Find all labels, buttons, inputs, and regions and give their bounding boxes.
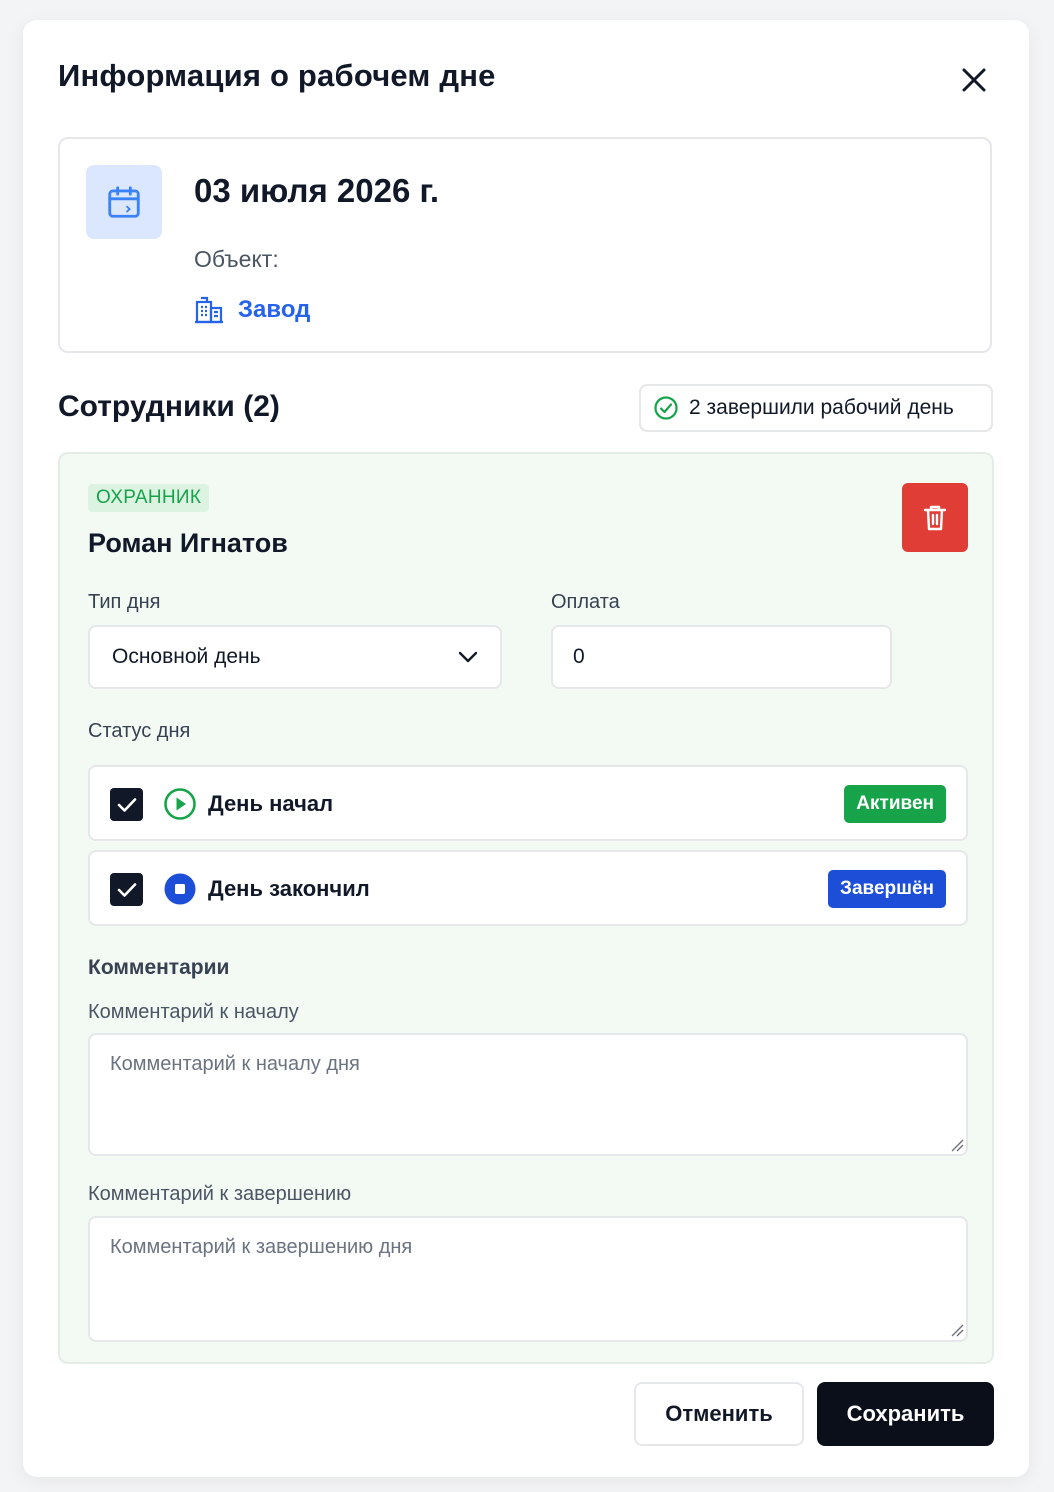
started-checkbox[interactable] [110,788,143,821]
resize-grip-icon[interactable] [950,1323,964,1337]
check-circle-icon [654,396,678,420]
play-circle-icon [163,787,197,821]
employee-name: Роман Игнатов [88,528,288,558]
resize-grip-icon[interactable] [950,1138,964,1152]
finished-checkbox[interactable] [110,873,143,906]
started-label: День начал [208,791,334,816]
chevron-down-icon [458,651,478,663]
payment-input[interactable] [551,625,892,689]
comments-title: Комментарии [88,956,230,979]
day-type-value: Основной день [112,645,261,668]
completed-status-badge: Завершён [828,870,946,908]
cancel-button[interactable]: Отменить [634,1382,804,1446]
completed-badge-text: 2 завершили рабочий день [689,396,954,419]
role-badge: ОХРАННИК [88,484,210,512]
payment-label: Оплата [551,591,620,613]
status-row-finished: День закончил Завершён [88,850,968,926]
calendar-icon [108,186,140,218]
work-day-modal: Информация о рабочем дне 03 июля 2026 г.… [23,20,1029,1477]
calendar-icon-box [86,165,162,239]
save-button[interactable]: Сохранить [817,1382,994,1446]
stop-circle-icon [163,872,197,906]
work-date: 03 июля 2026 г. [194,172,440,209]
day-type-label: Тип дня [88,591,161,613]
building-icon [195,296,223,324]
status-row-started: День начал Активен [88,765,968,841]
day-type-select[interactable]: Основной день [88,625,502,689]
close-icon [962,68,986,92]
end-comment-label: Комментарий к завершению [88,1183,352,1205]
active-status-badge: Активен [844,785,946,823]
start-comment-textarea[interactable] [88,1033,968,1156]
day-status-label: Статус дня [88,720,191,742]
delete-employee-button[interactable] [902,483,968,552]
checkmark-icon [117,797,136,812]
start-comment-label: Комментарий к началу [88,1001,299,1023]
employee-card: ОХРАННИК Роман Игнатов Тип дня Основной … [58,452,994,1364]
object-label: Объект: [194,246,279,272]
close-button[interactable] [956,62,992,98]
object-link[interactable]: Завод [194,296,310,324]
trash-icon [923,505,947,530]
modal-title: Информация о рабочем дне [58,58,496,93]
completed-badge: 2 завершили рабочий день [639,384,993,432]
checkmark-icon [117,882,136,897]
end-comment-textarea[interactable] [88,1216,968,1342]
employees-title: Сотрудники (2) [58,390,280,423]
finished-label: День закончил [208,876,370,901]
object-name: Завод [238,296,311,323]
day-info-card: 03 июля 2026 г. Объект: Завод [58,137,992,353]
